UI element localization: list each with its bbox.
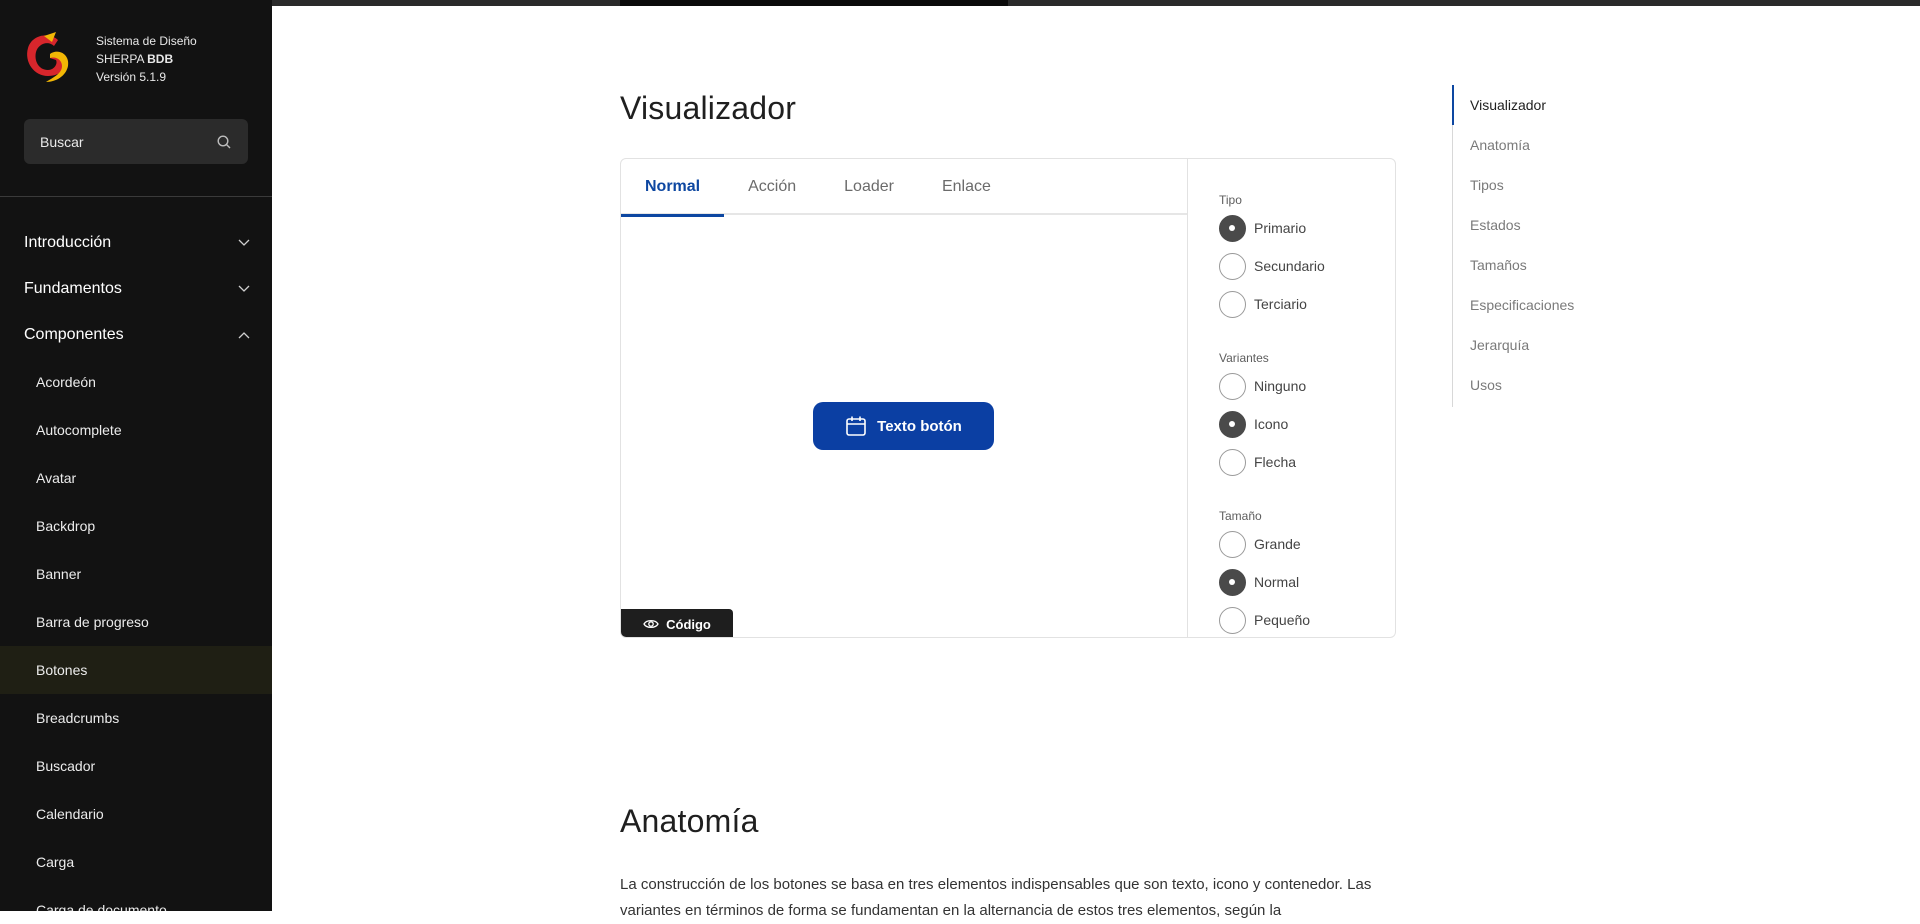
nav-section-fundamentos[interactable]: Fundamentos bbox=[0, 266, 272, 312]
radio-label: Grande bbox=[1254, 536, 1301, 552]
radio-label: Primario bbox=[1254, 220, 1307, 236]
toc-item-usos[interactable]: Usos bbox=[1453, 365, 1652, 405]
group-label-tamano: Tamaño bbox=[1219, 509, 1262, 523]
radio-icono[interactable]: Icono bbox=[1219, 410, 1288, 438]
nav-section-label: Componentes bbox=[24, 326, 124, 343]
sidebar-item-autocomplete[interactable]: Autocomplete bbox=[0, 406, 272, 454]
chevron-down-icon bbox=[238, 239, 250, 246]
radio-label: Ninguno bbox=[1254, 378, 1307, 394]
radio-label: Pequeño bbox=[1254, 612, 1311, 628]
sidebar-divider bbox=[0, 196, 272, 197]
eye-icon bbox=[643, 619, 659, 629]
toc-active-indicator bbox=[1452, 85, 1454, 125]
demo-button[interactable]: Texto botón bbox=[813, 402, 994, 450]
tab-loader[interactable]: Loader bbox=[820, 159, 918, 215]
section-title-anatomia: Anatomía bbox=[620, 803, 759, 839]
brand-line1: Sistema de Diseño bbox=[96, 34, 197, 48]
calendar-icon bbox=[846, 416, 866, 436]
radio-pequeno[interactable]: Pequeño bbox=[1219, 606, 1310, 634]
sidebar: Sistema de Diseño SHERPA BDB Versión 5.1… bbox=[0, 0, 272, 911]
demo-button-label: Texto botón bbox=[877, 417, 962, 435]
radio-dot bbox=[1219, 214, 1246, 242]
tab-enlace[interactable]: Enlace bbox=[918, 159, 1015, 215]
radio-dot bbox=[1219, 530, 1246, 558]
sidebar-nav: Introducción Fundamentos Componentes Aco… bbox=[0, 220, 272, 911]
radio-dot bbox=[1219, 372, 1246, 400]
sidebar-item-carga[interactable]: Carga bbox=[0, 838, 272, 886]
brand[interactable]: Sistema de Diseño SHERPA BDB Versión 5.1… bbox=[22, 30, 197, 84]
radio-label: Normal bbox=[1254, 574, 1300, 590]
top-bar-segment bbox=[620, 0, 1008, 6]
nav-section-componentes[interactable]: Componentes bbox=[0, 312, 272, 358]
anatomy-paragraph: La construcción de los botones se basa e… bbox=[620, 876, 1372, 919]
radio-flecha[interactable]: Flecha bbox=[1219, 448, 1296, 476]
nav-section-label: Introducción bbox=[24, 234, 112, 251]
sidebar-item-calendario[interactable]: Calendario bbox=[0, 790, 272, 838]
radio-dot bbox=[1219, 448, 1246, 476]
radio-secundario[interactable]: Secundario bbox=[1219, 252, 1325, 280]
search-icon[interactable] bbox=[216, 134, 232, 150]
radio-dot bbox=[1219, 252, 1246, 280]
radio-dot bbox=[1219, 606, 1246, 634]
tab-normal[interactable]: Normal bbox=[621, 159, 725, 217]
sidebar-item-barra-de-progreso[interactable]: Barra de progreso bbox=[0, 598, 272, 646]
toc-item-tipos[interactable]: Tipos bbox=[1453, 165, 1652, 205]
radio-label: Icono bbox=[1254, 416, 1289, 432]
sidebar-item-banner[interactable]: Banner bbox=[0, 550, 272, 598]
toc-item-anatomia[interactable]: Anatomía bbox=[1453, 125, 1652, 165]
radio-ninguno[interactable]: Ninguno bbox=[1219, 372, 1306, 400]
group-label-variantes: Variantes bbox=[1219, 351, 1269, 365]
tab-accion[interactable]: Acción bbox=[724, 159, 820, 215]
chevron-up-icon bbox=[238, 332, 250, 339]
radio-terciario[interactable]: Terciario bbox=[1219, 290, 1307, 318]
page-title: Visualizador bbox=[620, 90, 797, 126]
viewer-tabs: Normal Acción Loader Enlace bbox=[621, 159, 1187, 217]
logo-icon bbox=[27, 32, 69, 82]
radio-label: Terciario bbox=[1254, 296, 1307, 312]
radio-dot bbox=[1219, 410, 1246, 438]
brand-version: Versión 5.1.9 bbox=[96, 70, 167, 84]
radio-primario[interactable]: Primario bbox=[1219, 214, 1306, 242]
sidebar-item-botones[interactable]: Botones bbox=[0, 646, 272, 694]
radio-grande[interactable]: Grande bbox=[1219, 530, 1301, 558]
sidebar-item-avatar[interactable]: Avatar bbox=[0, 454, 272, 502]
radio-dot bbox=[1219, 290, 1246, 318]
sidebar-item-backdrop[interactable]: Backdrop bbox=[0, 502, 272, 550]
top-bar bbox=[272, 0, 1920, 6]
brand-name: SHERPA bbox=[96, 52, 148, 66]
radio-label: Secundario bbox=[1254, 258, 1325, 274]
nav-section-label: Fundamentos bbox=[24, 280, 122, 297]
radio-dot bbox=[1219, 568, 1246, 596]
code-button[interactable]: Código bbox=[621, 609, 733, 637]
toc-item-especificaciones[interactable]: Especificaciones bbox=[1453, 285, 1652, 325]
chevron-down-icon bbox=[238, 285, 250, 292]
nav-section-introduccion[interactable]: Introducción bbox=[0, 220, 272, 266]
search-input[interactable]: Buscar bbox=[24, 119, 248, 164]
preview-canvas: Texto botón Código bbox=[621, 217, 1187, 637]
sidebar-item-buscador[interactable]: Buscador bbox=[0, 742, 272, 790]
search-placeholder: Buscar bbox=[40, 133, 84, 150]
brand-line2: SHERPA BDB bbox=[96, 50, 256, 68]
toc-item-visualizador[interactable]: Visualizador bbox=[1453, 85, 1652, 125]
group-label-tipo: Tipo bbox=[1219, 193, 1242, 207]
toc-item-estados[interactable]: Estados bbox=[1453, 205, 1652, 245]
brand-name-bold: BDB bbox=[147, 52, 174, 66]
brand-text: Sistema de Diseño SHERPA BDB Versión 5.1… bbox=[96, 32, 256, 86]
sidebar-item-breadcrumbs[interactable]: Breadcrumbs bbox=[0, 694, 272, 742]
radio-normal[interactable]: Normal bbox=[1219, 568, 1299, 596]
table-of-contents: Visualizador Anatomía Tipos Estados Tama… bbox=[1452, 85, 1652, 407]
toc-item-tamanos[interactable]: Tamaños bbox=[1453, 245, 1652, 285]
radio-label: Flecha bbox=[1254, 454, 1297, 470]
sidebar-item-carga-de-documento[interactable]: Carga de documento bbox=[0, 886, 272, 911]
code-button-label: Código bbox=[666, 616, 711, 632]
options-panel: Tipo Primario Secundario Terciario Varia… bbox=[1187, 159, 1395, 637]
component-viewer: Normal Acción Loader Enlace Texto botón … bbox=[620, 158, 1396, 638]
toc-item-jerarquia[interactable]: Jerarquía bbox=[1453, 325, 1652, 365]
sidebar-item-acordeon[interactable]: Acordeón bbox=[0, 358, 272, 406]
